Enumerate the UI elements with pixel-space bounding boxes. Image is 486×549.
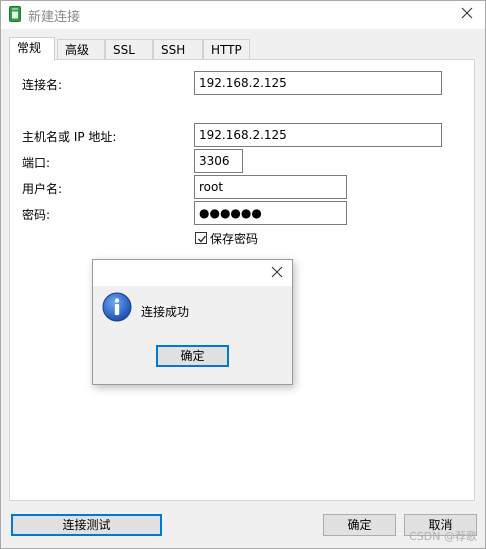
test-connection-label: 连接测试 <box>62 518 111 532</box>
username-field[interactable] <box>194 175 347 199</box>
password-field[interactable]: ●●●●●● <box>194 201 347 225</box>
connection-name-label: 连接名: <box>22 78 63 92</box>
host-label: 主机名或 IP 地址: <box>22 130 117 144</box>
tab-general[interactable]: 常规 <box>9 37 55 61</box>
dialog-ok-label: 确定 <box>180 349 205 363</box>
info-icon <box>102 292 132 322</box>
close-icon[interactable] <box>271 266 283 278</box>
tab-ssh[interactable]: SSH <box>153 39 203 59</box>
ok-button[interactable]: 确定 <box>323 514 396 536</box>
close-icon[interactable] <box>459 5 475 21</box>
test-connection-button[interactable]: 连接测试 <box>11 514 162 536</box>
tab-label: HTTP <box>211 43 242 57</box>
tab-label: 常规 <box>17 41 42 55</box>
checkmark-icon <box>198 235 207 243</box>
tab-http[interactable]: HTTP <box>203 39 250 59</box>
tab-label: SSH <box>161 43 186 57</box>
window-title: 新建连接 <box>28 10 81 25</box>
save-password-checkbox[interactable] <box>195 232 207 244</box>
ok-label: 确定 <box>347 518 372 532</box>
app-icon <box>9 6 21 22</box>
titlebar: 新建连接 <box>1 1 485 29</box>
tab-ssl[interactable]: SSL <box>105 39 153 59</box>
success-dialog: 连接成功 确定 <box>92 259 293 385</box>
dialog-message: 连接成功 <box>141 305 190 319</box>
port-label: 端口: <box>22 156 51 170</box>
connection-name-field[interactable] <box>194 71 442 95</box>
password-label: 密码: <box>22 208 51 222</box>
username-label: 用户名: <box>22 182 63 196</box>
tab-label: SSL <box>113 43 135 57</box>
save-password-label: 保存密码 <box>210 232 259 246</box>
tab-label: 高级 <box>65 43 90 57</box>
host-field[interactable] <box>194 123 442 147</box>
watermark: CSDN @荐歌 <box>409 530 477 543</box>
dialog-ok-button[interactable]: 确定 <box>156 345 229 367</box>
dialog-titlebar <box>93 260 292 286</box>
password-mask: ●●●●●● <box>199 206 262 220</box>
port-field[interactable] <box>194 149 243 173</box>
tab-advanced[interactable]: 高级 <box>57 39 105 59</box>
